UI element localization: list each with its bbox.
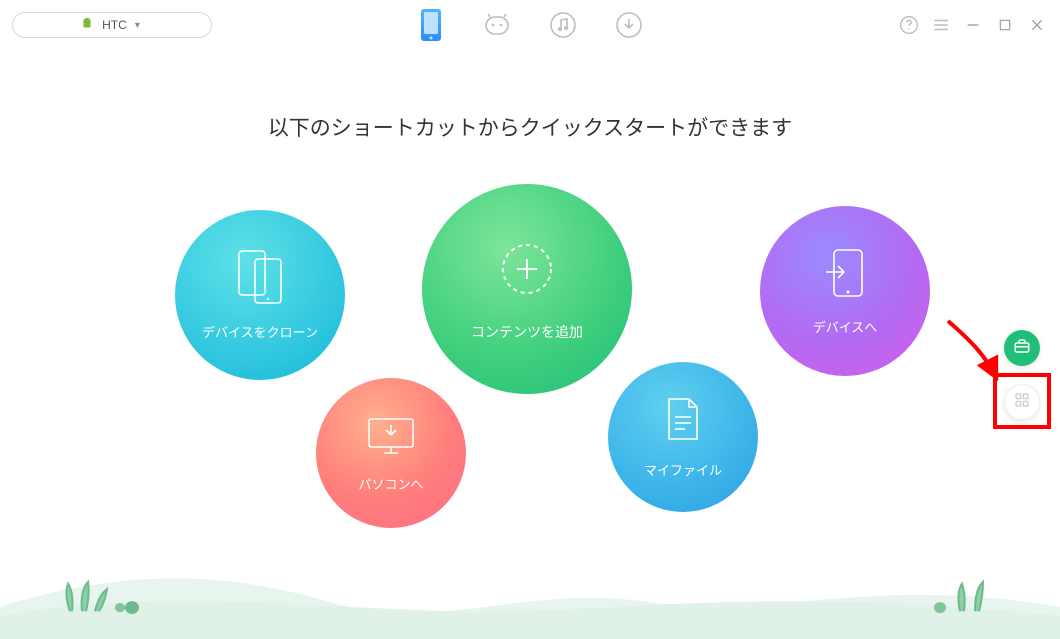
menu-button[interactable] <box>930 14 952 36</box>
nav-download[interactable] <box>611 7 647 43</box>
shortcut-my-label: マイファイル <box>644 460 722 479</box>
close-button[interactable] <box>1026 14 1048 36</box>
side-grid-button[interactable] <box>1004 384 1040 420</box>
shortcut-device-label: デバイスへ <box>813 317 878 336</box>
shortcut-add-content[interactable]: コンテンツを追加 <box>422 184 632 394</box>
shortcut-add-label: コンテンツを追加 <box>471 322 583 342</box>
toolbox-icon <box>1013 337 1031 360</box>
shortcut-stage: デバイスをクローン コンテンツを追加 パソコンへ <box>0 150 1060 550</box>
window-controls <box>898 14 1048 36</box>
minimize-button[interactable] <box>962 14 984 36</box>
device-selector[interactable]: HTC ▾ <box>12 12 212 38</box>
file-icon <box>663 395 703 448</box>
shortcut-clone[interactable]: デバイスをクローン <box>175 210 345 380</box>
shortcut-clone-label: デバイスをクローン <box>202 322 318 341</box>
nav-device[interactable] <box>413 7 449 43</box>
clone-icon <box>237 249 283 310</box>
shortcut-to-pc[interactable]: パソコンへ <box>316 378 466 528</box>
chevron-down-icon: ▾ <box>135 20 140 31</box>
maximize-button[interactable] <box>994 14 1016 36</box>
grid-icon <box>1014 392 1030 413</box>
shortcut-my-files[interactable]: マイファイル <box>608 362 758 512</box>
shortcut-pc-label: パソコンへ <box>358 474 423 493</box>
help-button[interactable] <box>898 14 920 36</box>
shortcut-to-device[interactable]: デバイスへ <box>760 206 930 376</box>
nav-music[interactable] <box>545 7 581 43</box>
android-icon <box>80 17 94 34</box>
plus-circle-icon <box>495 237 559 306</box>
device-name: HTC <box>102 18 127 32</box>
page-heading: 以下のショートカットからクイックスタートができます <box>0 112 1060 142</box>
top-nav <box>413 7 647 43</box>
side-toolbox-button[interactable] <box>1004 330 1040 366</box>
monitor-download-icon <box>366 413 416 462</box>
nav-android[interactable] <box>479 7 515 43</box>
top-bar: HTC ▾ <box>0 0 1060 50</box>
phone-import-icon <box>824 246 866 305</box>
